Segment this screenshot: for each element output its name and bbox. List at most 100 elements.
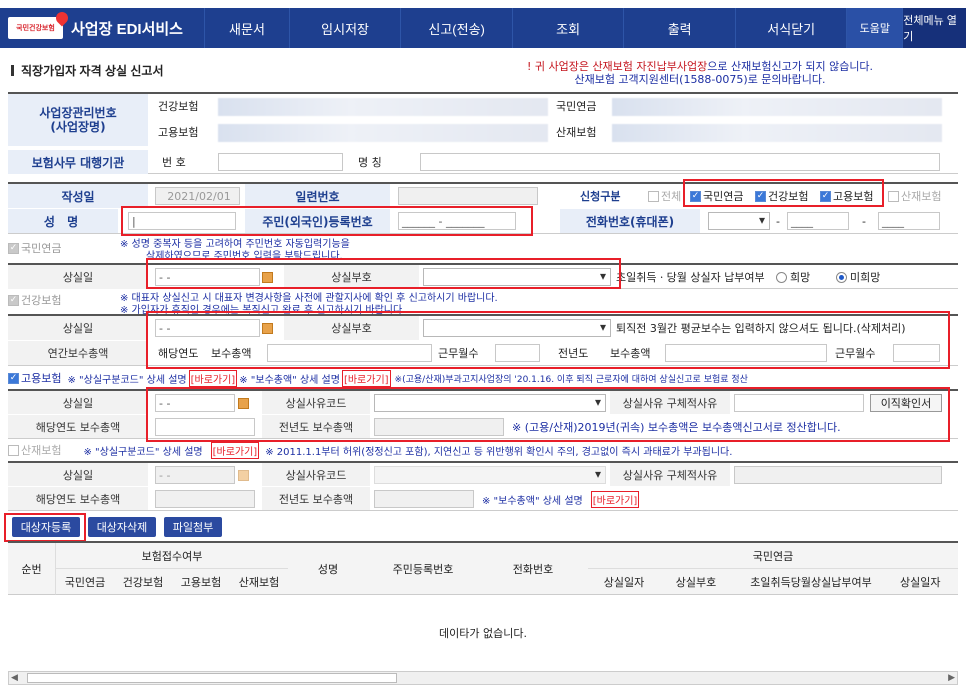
rrn-input[interactable]: ______ - _______: [398, 212, 516, 230]
serial-input[interactable]: [398, 187, 538, 205]
health-tag[interactable]: ✓ 건강보험: [8, 292, 61, 308]
accident-cur-total-label: 해당연도 보수총액: [8, 487, 148, 510]
pension-loss-code-select[interactable]: [423, 268, 611, 286]
employ-settle-note: ※ (고용/산재)2019년(귀속) 보수총액은 보수총액신고서로 정산합니다.: [512, 421, 841, 434]
pension-loss-date-label: 상실일: [8, 265, 148, 289]
menu-close-form[interactable]: 서식닫기: [734, 8, 847, 48]
health-loss-code-select[interactable]: [423, 319, 611, 337]
page-title: 직장가입자 자격 상실 신고서: [11, 62, 163, 79]
agent-name-input[interactable]: [420, 153, 940, 171]
pension-hope-radio[interactable]: 희망: [776, 268, 810, 286]
col-loss-code: 상실부호: [660, 569, 732, 595]
accident-go-link-2[interactable]: [바로가기]: [590, 490, 640, 508]
accident-option-label: 산재보험: [901, 190, 942, 203]
employ-go-link-2[interactable]: [바로가기]: [341, 369, 391, 387]
health-prev-months-input[interactable]: [893, 344, 940, 362]
apply-health[interactable]: ✓ 건강보험: [755, 187, 808, 205]
employ-calendar-icon[interactable]: [238, 394, 249, 412]
brand[interactable]: 국민건강보험 사업장 EDI서비스: [0, 8, 204, 48]
delete-target-button[interactable]: 대상자삭제: [88, 517, 156, 537]
menu-print[interactable]: 출력: [623, 8, 735, 48]
apply-all[interactable]: 전체: [648, 187, 681, 205]
health-calendar-icon[interactable]: [262, 319, 273, 337]
accident-sum-note-row: ※ "보수총액" 상세 설명 [바로가기]: [482, 490, 640, 508]
health-cur-total-input[interactable]: [267, 344, 432, 362]
pension-checkbox[interactable]: ✓: [690, 190, 701, 202]
health-cur-months-input[interactable]: [495, 344, 540, 362]
health-section-checkbox[interactable]: ✓: [8, 294, 19, 306]
all-menu-button[interactable]: 전체메뉴 열기: [902, 8, 966, 48]
health-prev-total-input[interactable]: [665, 344, 827, 362]
apply-employ[interactable]: ✓ 고용보험: [820, 187, 873, 205]
accident-cur-total-input[interactable]: [155, 490, 255, 508]
help-button[interactable]: 도움말: [846, 8, 903, 48]
rrn-label: 주민(외국인)등록번호: [245, 209, 390, 233]
pension-calendar-icon[interactable]: [262, 268, 273, 286]
apply-pension[interactable]: ✓ 국민연금: [690, 187, 743, 205]
employ-go-link-1[interactable]: [바로가기]: [188, 369, 238, 387]
accident-prev-total-input[interactable]: [374, 490, 474, 508]
phone-end-input[interactable]: ____: [878, 212, 940, 230]
menu-new-document[interactable]: 새문서: [204, 8, 289, 48]
serial-label: 일련번호: [245, 184, 390, 208]
pension-tag[interactable]: ✓ 국민연금: [8, 240, 61, 256]
accident-reason-code-label: 상실사유코드: [262, 463, 370, 486]
register-target-button[interactable]: 대상자등록: [12, 517, 80, 537]
menu-search[interactable]: 조회: [511, 8, 624, 48]
employ-reason-detail-label: 상실사유 구체적사유: [610, 391, 730, 414]
accident-checkbox[interactable]: [888, 190, 899, 202]
accident-section-checkbox[interactable]: [8, 444, 19, 456]
pension-nohope-radio[interactable]: 미희망: [836, 268, 880, 286]
pension-section-checkbox[interactable]: ✓: [8, 242, 19, 254]
col-rrn: 주민등록번호: [368, 543, 478, 595]
pension-loss-date-input[interactable]: - -: [155, 268, 260, 286]
accident-reason-detail-input[interactable]: [734, 466, 942, 484]
map-pin-icon: [53, 9, 71, 27]
employ-biz-number: [218, 124, 548, 142]
notice-line2: 산재보험 고객지원센터(1588-0075)로 문의바랍니다.: [574, 73, 826, 86]
accident-go-link[interactable]: [바로가기]: [210, 441, 260, 459]
col-pension-group: 국민연금: [588, 543, 958, 569]
accident-reason-code-select[interactable]: [374, 466, 606, 484]
health-checkbox[interactable]: ✓: [755, 190, 766, 202]
health-tag-label: 건강보험: [21, 294, 62, 307]
apply-type-label: 신청구분: [580, 190, 621, 203]
all-checkbox[interactable]: [648, 190, 659, 202]
employ-cur-total-input[interactable]: [155, 418, 255, 436]
employ-checkbox[interactable]: ✓: [820, 190, 831, 202]
accident-loss-date-input[interactable]: - -: [155, 466, 235, 484]
employ-reason-code-select[interactable]: [374, 394, 606, 412]
employ-section-checkbox[interactable]: ✓: [8, 372, 19, 384]
employ-note-b: ※ "보수총액" 상세 설명: [239, 374, 340, 386]
scroll-left-icon[interactable]: ◀: [11, 673, 18, 683]
accident-calendar-icon[interactable]: [238, 466, 249, 484]
health-loss-date-input[interactable]: - -: [155, 319, 260, 337]
menu-temp-save[interactable]: 임시저장: [288, 8, 401, 48]
employ-prev-total-input[interactable]: [374, 418, 504, 436]
grid-empty-message: 데이타가 없습니다.: [8, 595, 958, 671]
health-prev-total-label: 보수총액: [610, 347, 651, 360]
pension-loss-code-label: 상실부호: [284, 265, 419, 289]
notice-text-b: 산재보험 자진납부사업장: [592, 60, 708, 73]
health-annual-label: 연간보수총액: [8, 341, 148, 365]
phone-mid-input[interactable]: ____: [787, 212, 849, 230]
employ-loss-date-input[interactable]: - -: [155, 394, 235, 412]
date-input[interactable]: 2021/02/01: [155, 187, 240, 205]
scroll-right-icon[interactable]: ▶: [948, 673, 955, 683]
attach-file-button[interactable]: 파일첨부: [164, 517, 222, 537]
employ-option-label: 고용보험: [833, 190, 874, 203]
employ-reason-detail-input[interactable]: [734, 394, 864, 412]
app-title: 사업장 EDI서비스: [71, 20, 183, 38]
employ-note-a: ※ "상실구분코드" 상세 설명: [67, 374, 187, 386]
hope-radio-icon[interactable]: [776, 271, 787, 283]
name-input[interactable]: |: [128, 212, 236, 230]
col-loss-date-2: 상실일자: [890, 569, 958, 595]
phone-prefix-select[interactable]: [708, 212, 770, 230]
menu-report-send[interactable]: 신고(전송): [400, 8, 512, 48]
scroll-thumb[interactable]: [27, 673, 397, 683]
agent-number-input[interactable]: [218, 153, 343, 171]
horizontal-scrollbar[interactable]: ◀ ▶: [8, 671, 958, 685]
apply-accident[interactable]: 산재보험: [888, 187, 941, 205]
transfer-confirm-button[interactable]: 이직확인서: [870, 394, 942, 412]
nohope-radio-icon[interactable]: [836, 271, 847, 283]
